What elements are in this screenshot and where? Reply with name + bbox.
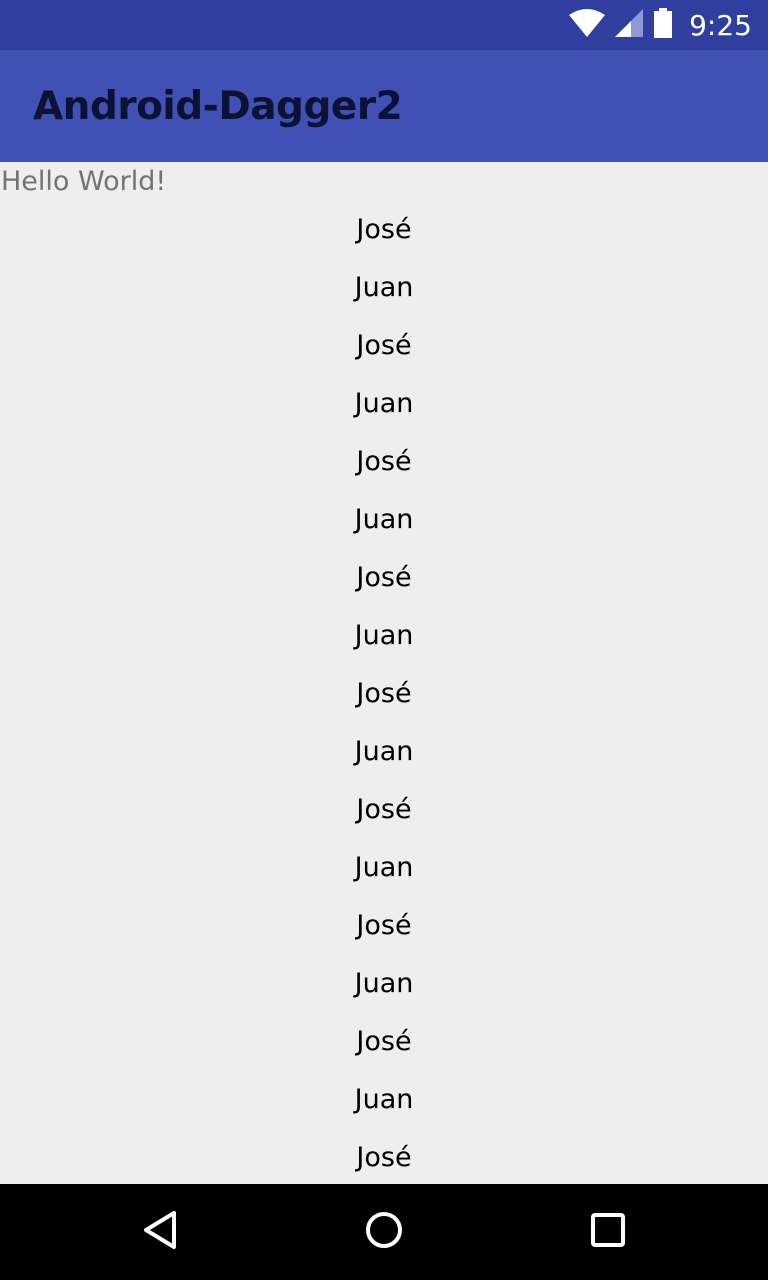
list-item[interactable]: Juan [0,375,768,433]
list-item[interactable]: José [0,201,768,259]
list-item[interactable]: Juan [0,955,768,1013]
list-item[interactable]: Juan [0,723,768,781]
list-item[interactable]: José [0,1129,768,1184]
content-area: Hello World! José Juan José Juan José Juan Jos… [0,162,768,1184]
recents-button[interactable] [558,1184,658,1280]
list-item[interactable]: Juan [0,491,768,549]
home-icon [364,1210,404,1255]
list-item[interactable]: José [0,549,768,607]
back-button[interactable] [110,1184,210,1280]
wifi-icon [569,8,606,42]
recents-icon [590,1212,626,1253]
list-item[interactable]: José [0,1013,768,1071]
list-item[interactable]: José [0,781,768,839]
list-item[interactable]: Juan [0,839,768,897]
list-item[interactable]: Juan [0,259,768,317]
app-bar: Android-Dagger2 [0,50,768,162]
list-item[interactable]: José [0,317,768,375]
list-item[interactable]: José [0,665,768,723]
list-item[interactable]: Juan [0,607,768,665]
hello-text: Hello World! [1,166,167,197]
app-title: Android-Dagger2 [33,84,403,129]
status-bar: 9:25 [0,0,768,50]
back-icon [142,1210,178,1255]
home-button[interactable] [334,1184,434,1280]
signal-icon [615,8,644,42]
navigation-bar [0,1184,768,1280]
status-icons: 9:25 [569,0,752,50]
list-item[interactable]: Juan [0,1071,768,1129]
list-item[interactable]: José [0,897,768,955]
name-list[interactable]: José Juan José Juan José Juan José Juan José Juan… [0,201,768,1184]
list-item[interactable]: José [0,433,768,491]
status-time: 9:25 [689,8,752,42]
battery-icon [653,7,673,43]
